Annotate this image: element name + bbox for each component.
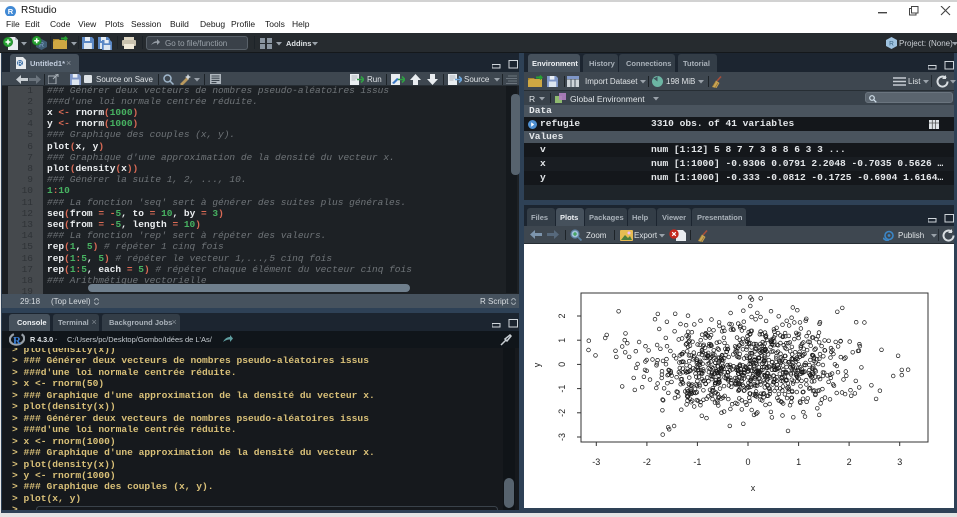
svg-text:R: R	[18, 61, 23, 67]
svg-text:-3: -3	[557, 433, 567, 441]
svg-text:-3: -3	[592, 457, 600, 467]
svg-text:2: 2	[557, 313, 567, 318]
svg-text:R: R	[889, 41, 894, 48]
svg-text:-2: -2	[557, 409, 567, 417]
svg-text:3: 3	[897, 457, 902, 467]
svg-text:0: 0	[557, 362, 567, 367]
svg-text:1: 1	[796, 457, 801, 467]
svg-text:-1: -1	[693, 457, 701, 467]
svg-text:x: x	[751, 483, 756, 493]
svg-text:-2: -2	[643, 457, 651, 467]
svg-text:0: 0	[745, 457, 750, 467]
svg-text:R: R	[8, 7, 14, 16]
svg-text:y: y	[532, 362, 542, 367]
svg-text:R: R	[13, 335, 22, 347]
svg-text:-1: -1	[557, 385, 567, 393]
svg-text:2: 2	[847, 457, 852, 467]
svg-text:1: 1	[557, 338, 567, 343]
